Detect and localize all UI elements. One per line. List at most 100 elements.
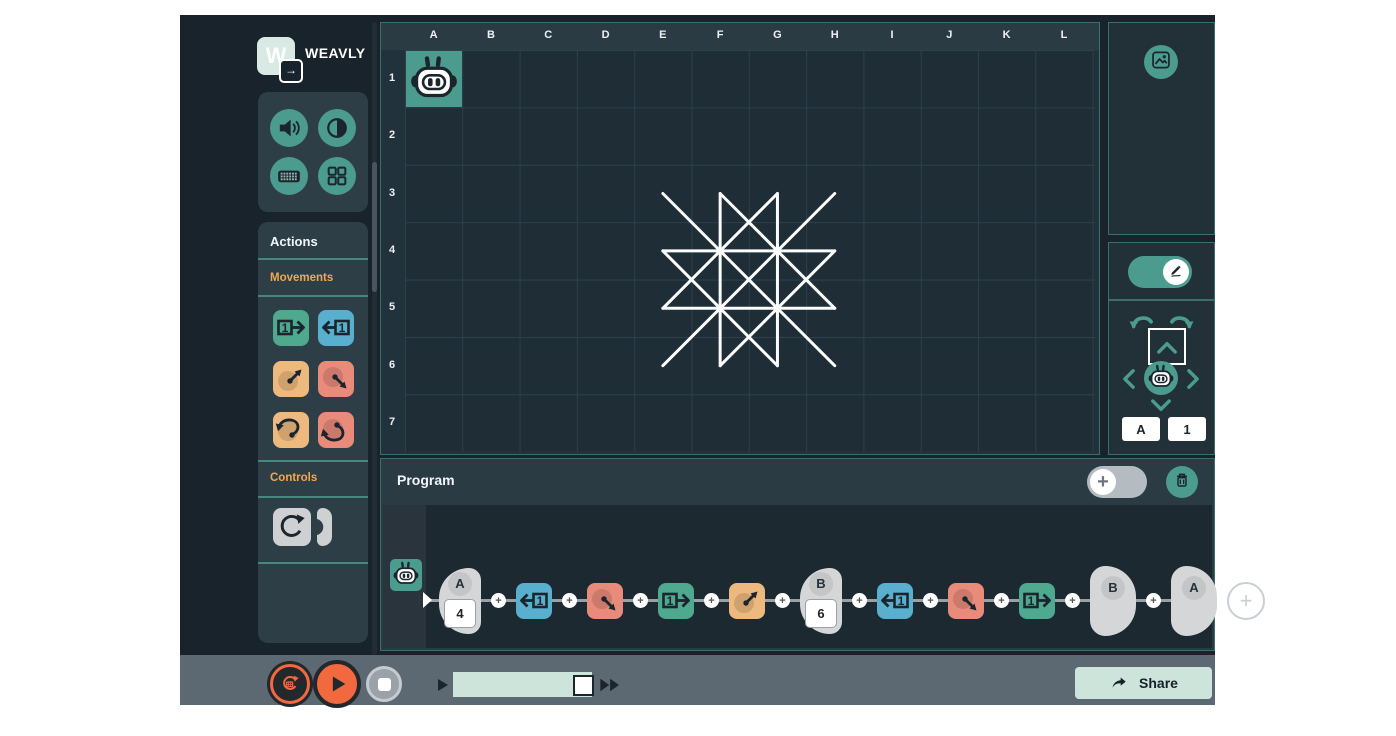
block-layout-button[interactable] [318, 157, 356, 195]
program-loop-start-A[interactable]: A4 [439, 568, 481, 634]
row-label-2: 2 [383, 129, 401, 141]
speed-slider[interactable] [453, 672, 592, 697]
accessibility-panel [258, 92, 368, 212]
palette-block-loop-block[interactable] [273, 508, 311, 546]
row-label-1: 1 [383, 72, 401, 84]
pen-toggle[interactable] [1128, 256, 1192, 288]
add-node-connector[interactable]: + [562, 593, 577, 608]
keyboard-shortcuts-button[interactable] [270, 157, 308, 195]
add-node-connector[interactable]: + [994, 593, 1009, 608]
trash-icon [1170, 468, 1194, 497]
loop-label: B [1101, 576, 1125, 600]
column-label-E: E [653, 29, 673, 41]
row-label-7: 7 [383, 416, 401, 428]
loop-label: A [448, 572, 472, 596]
program-steps: A4+1++1++B6+1++1+B+A+ [429, 528, 1265, 673]
divider [258, 460, 368, 462]
program-step-turnRight45[interactable] [587, 583, 623, 619]
weavly-app: W → WEAVLY Actions Movements 11 Controls… [180, 15, 1215, 705]
column-label-H: H [825, 29, 845, 41]
play-controls-bar: Share [180, 655, 1215, 705]
add-node-connector[interactable]: + [1146, 593, 1161, 608]
palette-block-turn-right-90[interactable] [318, 412, 354, 448]
column-coordinate-input[interactable]: A [1122, 417, 1160, 441]
add-node-connector[interactable]: + [775, 593, 790, 608]
audio-feedback-button[interactable] [270, 109, 308, 147]
program-panel: Program + A4+1++1++B6+1++1+B+A+ [380, 458, 1215, 651]
chevron-left-icon[interactable] [1120, 366, 1138, 392]
add-step-to-end-button[interactable]: + [1227, 582, 1265, 620]
delete-all-button[interactable] [1166, 466, 1198, 498]
forward-1-icon: 1 [273, 333, 309, 350]
svg-text:1: 1 [339, 321, 346, 335]
stop-button[interactable] [366, 666, 402, 702]
play-icon [322, 669, 352, 699]
add-node-connector[interactable]: + [704, 593, 719, 608]
column-label-D: D [596, 29, 616, 41]
slow-triangle-icon [435, 678, 451, 692]
robot-icon [1148, 364, 1174, 393]
palette-block-turn-right-45[interactable] [318, 361, 354, 397]
program-step-turnLeft45[interactable] [729, 583, 765, 619]
palette-block-forward-1-square[interactable]: 1 [273, 310, 309, 346]
column-label-A: A [424, 29, 444, 41]
keyboard-icon [274, 161, 304, 191]
share-button[interactable]: Share [1075, 667, 1212, 699]
scene-image-button[interactable] [1144, 45, 1178, 79]
row-label-5: 5 [383, 301, 401, 313]
plus-icon: + [1090, 469, 1116, 495]
move-up-button-selected[interactable] [1148, 328, 1186, 365]
add-node-connector[interactable]: + [633, 593, 648, 608]
actions-panel: Actions Movements 11 Controls [258, 222, 368, 643]
palette-block-backward-1-square[interactable]: 1 [318, 310, 354, 346]
add-node-connector[interactable]: + [1065, 593, 1080, 608]
add-node-connector[interactable]: + [491, 593, 506, 608]
chevron-down-icon[interactable] [1147, 397, 1175, 415]
character-cell-A1[interactable] [406, 51, 462, 107]
column-label-I: I [882, 29, 902, 41]
program-step-forward1[interactable]: 1 [658, 583, 694, 619]
blocks-icon [322, 161, 352, 191]
turn-left-45-icon [273, 384, 309, 401]
play-button[interactable] [313, 660, 361, 708]
speaker-icon [274, 113, 304, 143]
refresh-scene-button[interactable] [270, 664, 310, 704]
sidebar-scrollbar[interactable] [372, 22, 377, 655]
arrow-right-icon: → [279, 59, 303, 83]
svg-text:1: 1 [537, 593, 544, 607]
program-step-turnRight45[interactable] [948, 583, 984, 619]
row-coordinate-input[interactable]: 1 [1168, 417, 1206, 441]
program-step-backward1[interactable]: 1 [877, 583, 913, 619]
scrollbar-thumb[interactable] [372, 162, 377, 292]
palette-block-turn-left-45[interactable] [273, 361, 309, 397]
program-loop-end-B[interactable]: B [1090, 566, 1136, 636]
divider [258, 496, 368, 498]
page: W → WEAVLY Actions Movements 11 Controls… [0, 0, 1396, 736]
column-label-B: B [481, 29, 501, 41]
add-node-toggle[interactable]: + [1087, 466, 1147, 498]
speed-slider-handle[interactable] [573, 675, 594, 696]
palette-block-loop-end-piece[interactable] [317, 508, 332, 546]
loop-iterations-input[interactable]: 6 [805, 599, 837, 628]
chevron-right-icon[interactable] [1184, 366, 1202, 392]
loop-label: B [809, 572, 833, 596]
share-arrow-icon [1109, 673, 1129, 693]
theme-contrast-button[interactable] [318, 109, 356, 147]
fast-forward-icon [598, 677, 624, 693]
palette-block-turn-left-90[interactable] [273, 412, 309, 448]
movements-heading: Movements [270, 272, 333, 284]
program-step-forward1[interactable]: 1 [1019, 583, 1055, 619]
program-title: Program [397, 472, 455, 488]
column-label-G: G [767, 29, 787, 41]
loop-iterations-input[interactable]: 4 [444, 599, 476, 628]
program-loop-start-B[interactable]: B6 [800, 568, 842, 634]
program-loop-end-A[interactable]: A [1171, 566, 1217, 636]
program-track: A4+1++1++B6+1++1+B+A+ [383, 505, 1212, 648]
add-node-connector[interactable]: + [923, 593, 938, 608]
svg-text:1: 1 [898, 593, 905, 607]
character-position-center [1144, 361, 1178, 395]
column-label-F: F [710, 29, 730, 41]
program-step-backward1[interactable]: 1 [516, 583, 552, 619]
divider [258, 562, 368, 564]
add-node-connector[interactable]: + [852, 593, 867, 608]
